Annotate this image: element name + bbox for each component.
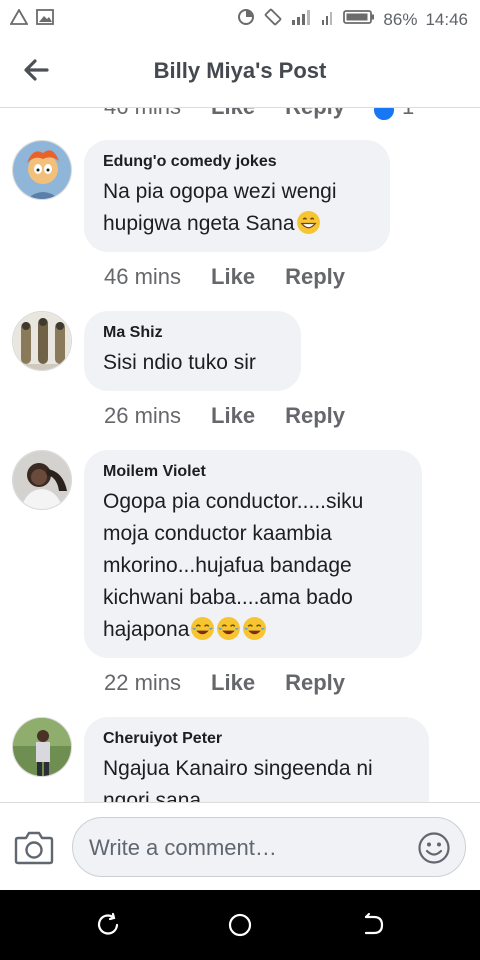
avatar[interactable] bbox=[12, 311, 72, 371]
like-button[interactable]: Like bbox=[211, 403, 255, 429]
reply-button[interactable]: Reply bbox=[285, 264, 345, 290]
battery-icon bbox=[343, 9, 375, 30]
signal-2-icon bbox=[321, 9, 335, 30]
comment-line-with-emoji: hupigwa ngeta Sana bbox=[103, 208, 370, 240]
comment-author[interactable]: Ma Shiz bbox=[103, 323, 281, 343]
comment-line-with-emoji: hajapona bbox=[103, 614, 402, 646]
data-saver-icon bbox=[237, 8, 255, 31]
like-button[interactable]: Like bbox=[211, 264, 255, 290]
comment-line: Sisi ndio tuko sir bbox=[103, 351, 256, 374]
image-notification-icon bbox=[36, 9, 54, 30]
comments-feed[interactable]: 46 mins Like Reply 1 Edung'o comedy joke… bbox=[0, 108, 480, 802]
clock-time: 14:46 bbox=[425, 9, 468, 29]
like-reaction-icon bbox=[372, 108, 396, 122]
reaction-count: 1 bbox=[402, 108, 414, 120]
comment-text: Ngajua Kanairo singeenda ni ngori sana bbox=[103, 753, 409, 802]
comment-line: Ngajua Kanairo singeenda ni bbox=[103, 757, 373, 780]
battery-percent: 86% bbox=[383, 9, 418, 29]
camera-button[interactable] bbox=[14, 829, 54, 865]
smiley-icon bbox=[418, 832, 450, 864]
avatar[interactable] bbox=[12, 717, 72, 777]
signal-icon bbox=[291, 9, 313, 30]
page-title: Billy Miya's Post bbox=[153, 58, 327, 83]
comment-line: Na pia ogopa wezi wengi bbox=[103, 180, 337, 203]
comment-text: Sisi ndio tuko sir bbox=[103, 347, 281, 379]
like-button[interactable]: Like bbox=[211, 108, 255, 120]
comment-placeholder: Write a comment… bbox=[89, 835, 277, 860]
grinning-face-icon bbox=[296, 211, 320, 234]
comment-bubble[interactable]: Edung'o comedy jokes Na pia ogopa wezi w… bbox=[84, 140, 390, 252]
tears-of-joy-icon bbox=[217, 617, 241, 640]
alert-triangle-icon bbox=[9, 8, 29, 30]
comment-line: mkorino...hujafua bandage bbox=[103, 554, 352, 577]
avatar[interactable] bbox=[12, 140, 72, 200]
avatar[interactable] bbox=[12, 450, 72, 510]
comment-input[interactable]: Write a comment… bbox=[72, 817, 466, 877]
comment-line: kichwani baba....ama bado bbox=[103, 586, 353, 609]
tears-of-joy-icon bbox=[191, 617, 215, 640]
back-nav-button[interactable] bbox=[358, 910, 388, 940]
like-button[interactable]: Like bbox=[211, 670, 255, 696]
comment-time: 46 mins bbox=[104, 264, 182, 289]
comment-composer: Write a comment… bbox=[0, 802, 480, 890]
post-header: Billy Miya's Post bbox=[0, 36, 480, 108]
recent-apps-button[interactable] bbox=[93, 910, 123, 940]
comment-bubble[interactable]: Ma Shiz Sisi ndio tuko sir bbox=[84, 311, 301, 391]
home-circle-icon bbox=[228, 913, 252, 937]
comment-line: moja conductor kaambia bbox=[103, 522, 332, 545]
rotation-lock-icon bbox=[263, 7, 283, 32]
comment-text: Na pia ogopa wezi wengi hupigwa ngeta Sa… bbox=[103, 176, 370, 240]
comment-bubble[interactable]: Cheruiyot Peter Ngajua Kanairo singeenda… bbox=[84, 717, 429, 802]
comment-actions: 46 mins Like Reply bbox=[104, 264, 345, 290]
reply-button[interactable]: Reply bbox=[285, 670, 345, 696]
emoji-picker-button[interactable] bbox=[417, 831, 451, 865]
camera-icon bbox=[14, 831, 54, 865]
comment-actions: 22 mins Like Reply bbox=[104, 670, 345, 696]
comment-time: 26 mins bbox=[104, 403, 182, 428]
tears-of-joy-icon bbox=[243, 617, 267, 640]
comment-author[interactable]: Moilem Violet bbox=[103, 462, 402, 482]
back-nav-icon bbox=[364, 912, 384, 935]
status-bar: 86% 14:46 bbox=[0, 0, 480, 36]
comment-line: Ogopa pia conductor.....siku bbox=[103, 490, 364, 513]
comment-author[interactable]: Edung'o comedy jokes bbox=[103, 152, 370, 172]
recent-apps-icon bbox=[97, 912, 119, 935]
comment-time: 46 mins bbox=[104, 108, 181, 120]
comment-actions: 26 mins Like Reply bbox=[104, 403, 345, 429]
reply-button[interactable]: Reply bbox=[285, 108, 345, 120]
reply-button[interactable]: Reply bbox=[285, 403, 345, 429]
comment-line: hupigwa ngeta Sana bbox=[103, 212, 295, 235]
system-navigation-bar bbox=[0, 890, 480, 960]
comment-line: ngori sana bbox=[103, 789, 202, 802]
comment-time: 22 mins bbox=[104, 670, 182, 695]
home-button[interactable] bbox=[225, 910, 255, 940]
comment-line: hajapona bbox=[103, 618, 190, 641]
comment-bubble[interactable]: Moilem Violet Ogopa pia conductor.....si… bbox=[84, 450, 422, 658]
comment-author[interactable]: Cheruiyot Peter bbox=[103, 729, 409, 749]
comment-text: Ogopa pia conductor.....siku moja conduc… bbox=[103, 486, 402, 646]
